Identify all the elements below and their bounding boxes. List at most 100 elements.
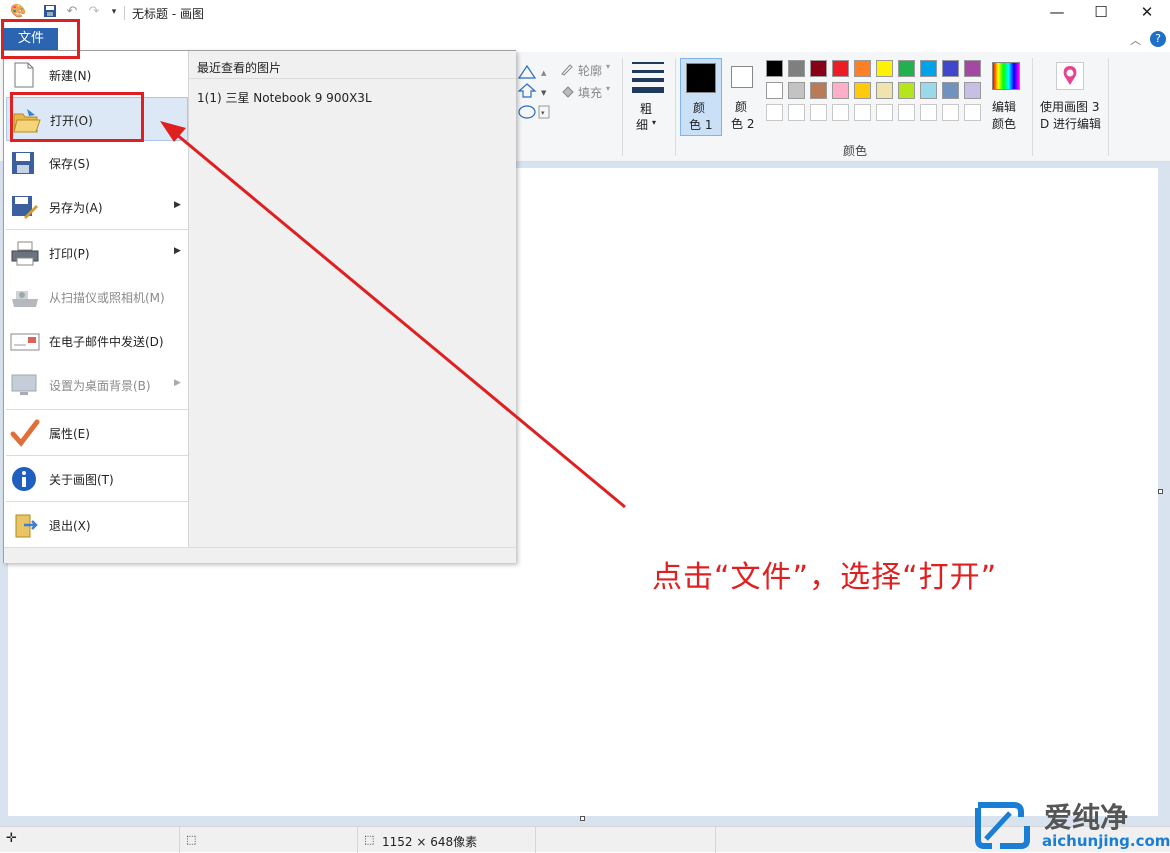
menu-item-save-as[interactable]: 另存为(A) ▶ [6,185,188,229]
palette-swatch[interactable] [898,104,915,121]
color2-button[interactable]: 颜 色 2 [726,58,760,136]
colors-group-label: 颜色 [842,144,867,158]
palette-swatch[interactable] [920,60,937,77]
menu-item-scanner: 从扫描仪或照相机(M) [6,275,188,319]
submenu-arrow-icon: ▶ [174,200,181,210]
menu-item-new-label: 新建(N) [49,69,92,83]
size-label-2: 细 [636,118,649,132]
outline-chevron-icon: ▾ [606,62,611,71]
palette-swatch[interactable] [920,104,937,121]
ribbon-separator [1108,58,1109,156]
svg-text:▾: ▾ [541,109,545,117]
menu-item-email[interactable]: 在电子邮件中发送(D) [6,319,188,363]
palette-swatch[interactable] [810,82,827,99]
edit-colors-label-2: 颜色 [992,117,1017,131]
svg-text:▼: ▼ [541,89,547,97]
fill-chevron-icon: ▾ [606,84,611,93]
resize-handle-bottom[interactable] [580,816,585,821]
palette-swatch[interactable] [876,82,893,99]
resize-handle-right[interactable] [1158,489,1163,494]
palette-swatch[interactable] [964,60,981,77]
color-palette [766,60,986,126]
edit-colors-icon [992,62,1020,90]
help-icon[interactable]: ? [1150,31,1166,47]
status-file-size [536,827,716,853]
menu-item-exit[interactable]: 退出(X) [6,503,188,547]
redo-icon[interactable]: ↷ [86,4,102,20]
annotation-text: 点击“文件”，选择“打开” [652,560,998,595]
customize-toolbar-icon[interactable]: ▾ [106,4,122,20]
status-selection-size: ⬚ [180,827,358,853]
palette-swatch[interactable] [788,60,805,77]
shapes-gallery[interactable]: ▲ ▼ ▾ [518,64,558,124]
palette-swatch[interactable] [788,82,805,99]
image-dimensions: 1152 × 648像素 [382,835,478,849]
outline-button[interactable]: 轮廓 [578,62,602,79]
palette-swatch[interactable] [876,104,893,121]
palette-swatch[interactable] [766,82,783,99]
palette-swatch[interactable] [832,60,849,77]
palette-swatch[interactable] [810,104,827,121]
palette-swatch[interactable] [942,104,959,121]
size-label-1: 粗 [640,102,653,116]
recent-pictures-title: 最近查看的图片 [197,61,282,75]
submenu-arrow-icon: ▶ [174,378,181,388]
size-button[interactable]: 粗 细 ▾ [630,62,664,172]
close-button[interactable]: ✕ [1124,0,1170,26]
menu-item-properties[interactable]: 属性(E) [6,411,188,455]
palette-swatch[interactable] [810,60,827,77]
palette-swatch[interactable] [898,60,915,77]
outline-icon [560,62,574,76]
color1-button[interactable]: 颜 色 1 [680,58,722,136]
fill-button[interactable]: 填充 [578,84,602,101]
edit-colors-button[interactable]: 编辑 颜色 [988,60,1028,136]
palette-swatch[interactable] [832,104,849,121]
palette-swatch[interactable] [964,82,981,99]
menu-item-print[interactable]: 打印(P) ▶ [6,231,188,275]
minimize-button[interactable]: — [1034,0,1080,26]
recent-item[interactable]: 1(1) 三星 Notebook 9 900X3L [197,89,372,106]
highlight-box-file [1,19,80,59]
palette-swatch[interactable] [964,104,981,121]
menu-item-save[interactable]: 保存(S) [6,141,188,185]
paint-app-icon[interactable]: 🎨 [10,4,26,20]
printer-icon [10,239,40,267]
paint3d-icon [1056,62,1084,90]
palette-swatch[interactable] [942,82,959,99]
palette-swatch[interactable] [942,60,959,77]
highlight-box-open [10,92,144,142]
ribbon-separator [675,58,676,156]
title-bar: 🎨 ↶ ↷ ▾ 无标题 - 画图 — ☐ ✕ [0,0,1170,26]
status-image-size: ⬚ 1152 × 648像素 [358,827,536,853]
watermark-corner: 爱纯净 aichunjing.com [970,796,1170,852]
palette-swatch[interactable] [854,104,871,121]
color1-swatch [686,63,716,93]
palette-swatch[interactable] [788,104,805,121]
palette-swatch[interactable] [920,82,937,99]
submenu-arrow-icon: ▶ [174,246,181,256]
title-divider [124,6,125,20]
color2-swatch [731,66,753,88]
palette-swatch[interactable] [832,82,849,99]
menu-item-about[interactable]: 关于画图(T) [6,457,188,501]
save-icon[interactable] [42,4,58,20]
paint3d-button[interactable]: 使用画图 3 D 进行编辑 [1036,60,1106,136]
palette-swatch[interactable] [766,104,783,121]
scanner-icon [10,283,40,311]
save-as-icon [10,193,40,221]
paint3d-label-2: D 进行编辑 [1040,117,1102,131]
edit-colors-label-1: 编辑 [992,100,1017,114]
palette-swatch[interactable] [854,82,871,99]
palette-swatch[interactable] [876,60,893,77]
menu-item-properties-label: 属性(E) [49,427,90,441]
fill-icon [560,84,574,98]
selection-size-icon: ⬚ [186,833,197,846]
palette-swatch[interactable] [898,82,915,99]
image-size-icon: ⬚ [364,833,375,846]
palette-swatch[interactable] [766,60,783,77]
menu-item-new[interactable]: 新建(N) [6,53,188,97]
collapse-ribbon-icon[interactable]: ︿ [1130,32,1141,48]
maximize-button[interactable]: ☐ [1078,0,1124,26]
undo-icon[interactable]: ↶ [64,4,80,20]
palette-swatch[interactable] [854,60,871,77]
